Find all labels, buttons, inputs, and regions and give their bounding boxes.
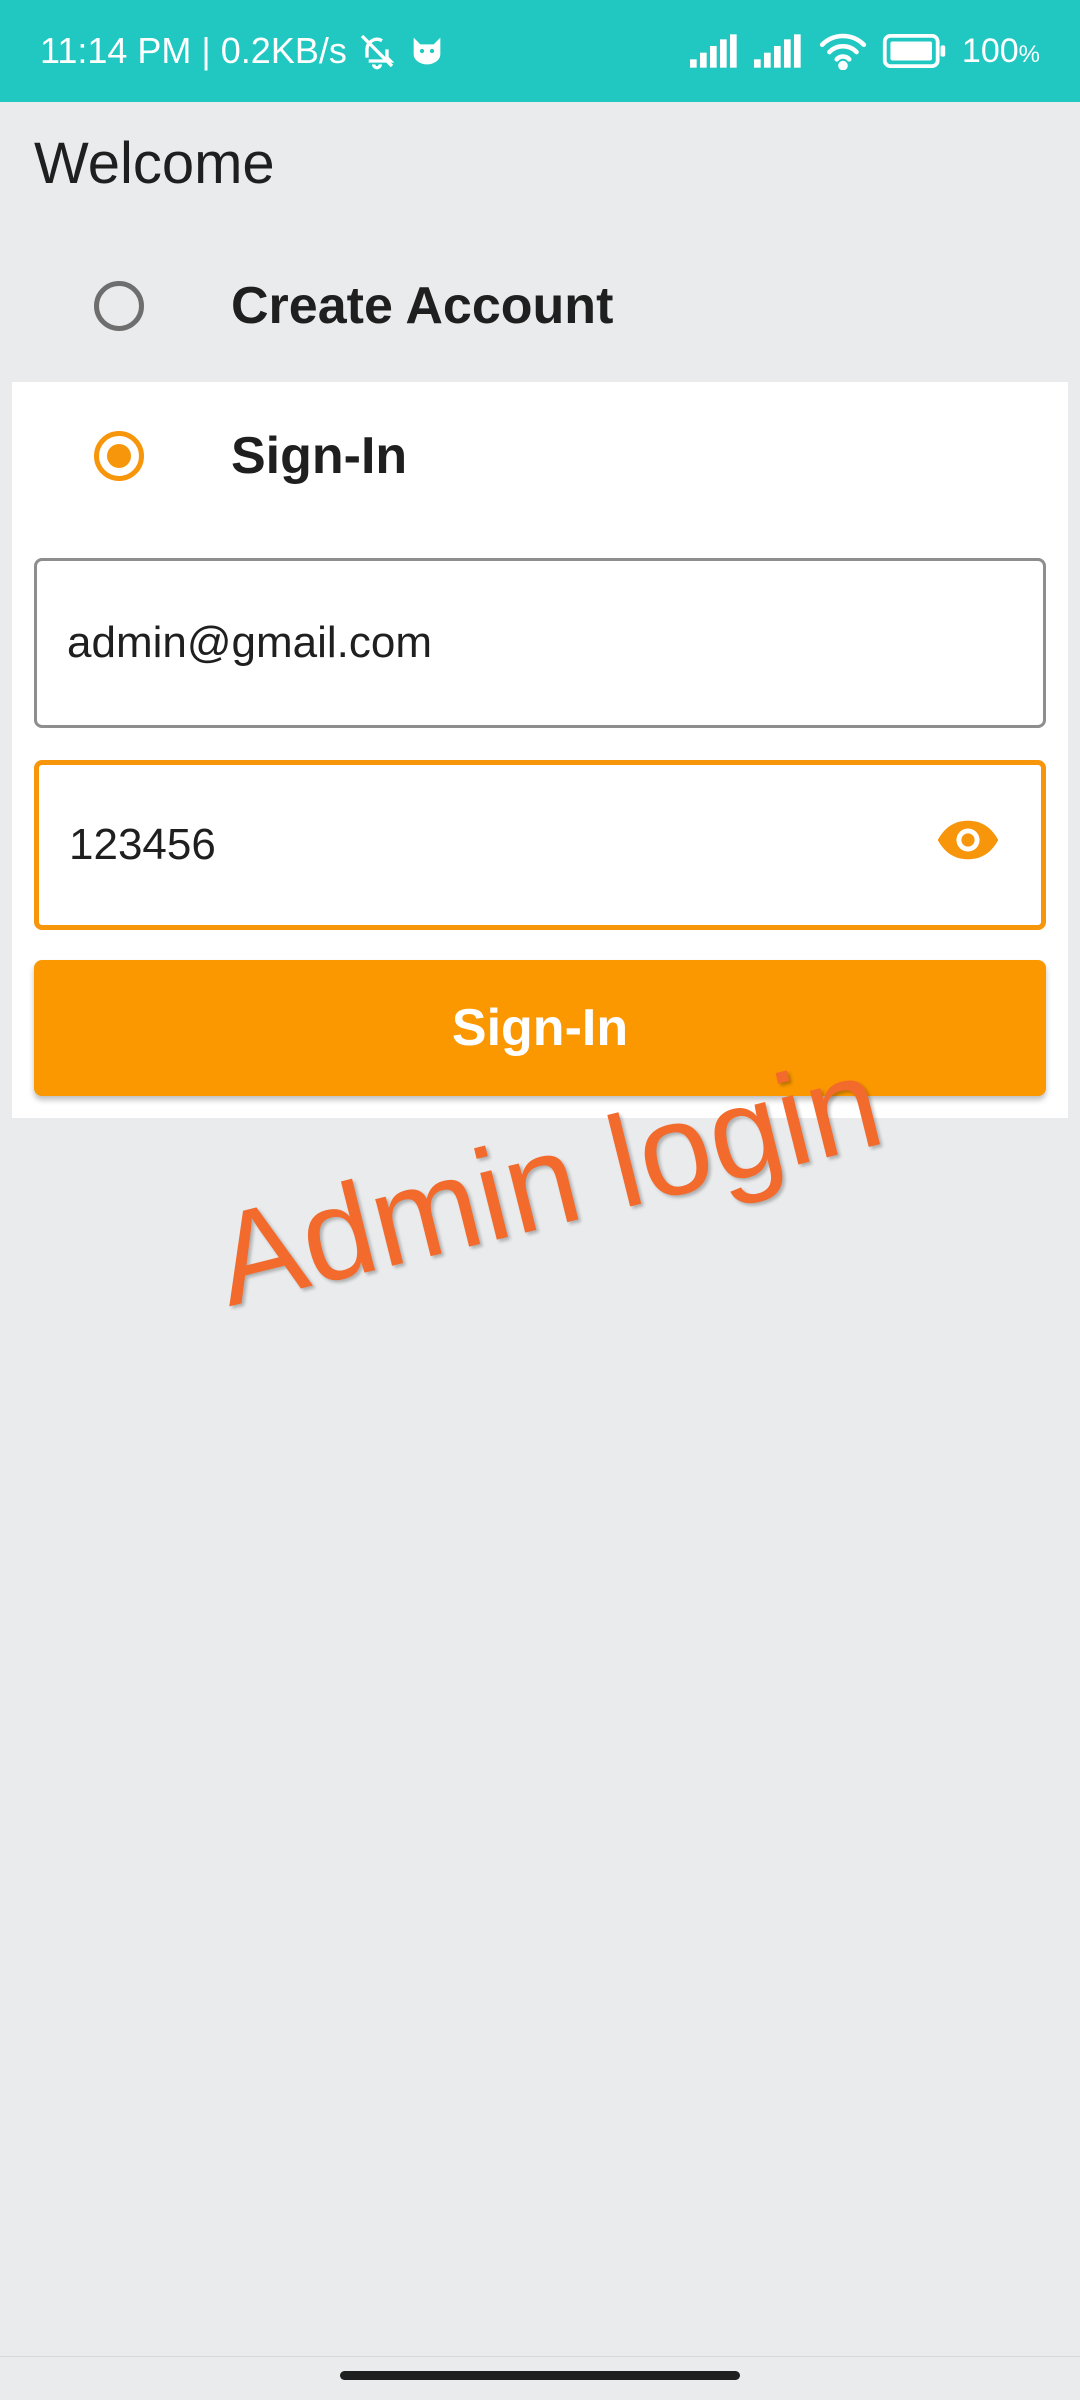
- password-value[interactable]: 123456: [69, 820, 935, 870]
- signal-icon: [689, 34, 740, 68]
- sign-in-panel: admin@gmail.com 123456 Sign-In: [12, 530, 1068, 1118]
- create-account-radio[interactable]: [94, 281, 144, 331]
- email-value[interactable]: admin@gmail.com: [67, 618, 1013, 668]
- sign-in-radio[interactable]: [94, 431, 144, 481]
- nav-bar-divider: [0, 2356, 1080, 2357]
- battery-percent: 100%: [961, 31, 1040, 70]
- wifi-icon: [818, 32, 868, 70]
- home-indicator[interactable]: [340, 2371, 740, 2380]
- create-account-label: Create Account: [231, 277, 614, 335]
- create-account-option[interactable]: Create Account: [12, 232, 1068, 380]
- status-bar: 11:14 PM | 0.2KB/s 100%: [0, 0, 1080, 102]
- signal-icon: [753, 34, 804, 68]
- password-field[interactable]: 123456: [34, 760, 1046, 930]
- sign-in-button[interactable]: Sign-In: [34, 960, 1046, 1096]
- status-time-speed: 11:14 PM | 0.2KB/s: [40, 30, 347, 71]
- cat-icon: [407, 31, 447, 71]
- bell-off-icon: [357, 31, 397, 71]
- email-field[interactable]: admin@gmail.com: [34, 558, 1046, 728]
- sign-in-option[interactable]: Sign-In: [12, 382, 1068, 530]
- battery-icon: [882, 34, 948, 68]
- sign-in-label: Sign-In: [231, 427, 408, 485]
- eye-icon[interactable]: [935, 817, 1011, 874]
- page-title: Welcome: [34, 131, 275, 196]
